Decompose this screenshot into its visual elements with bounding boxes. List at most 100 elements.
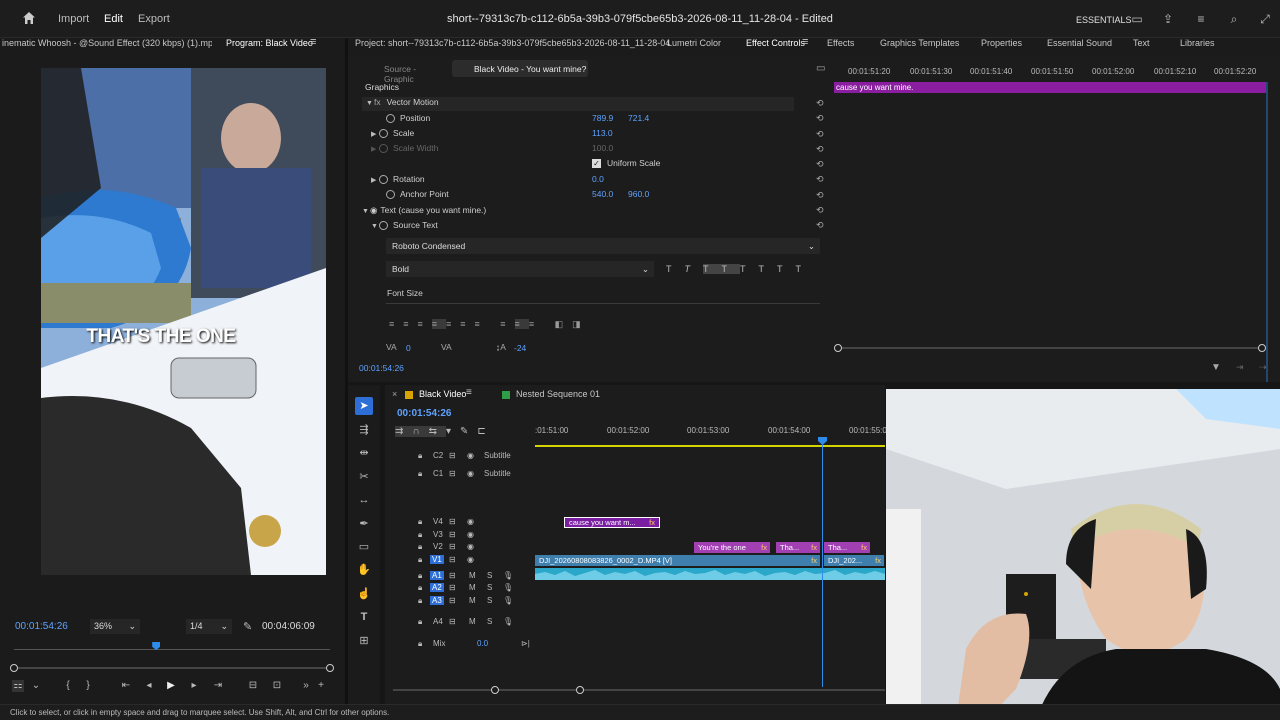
clip-v4[interactable]: cause you want m... fx: [564, 517, 660, 528]
tab-nested-sequence[interactable]: Nested Sequence 01: [516, 389, 600, 407]
timeline-playhead[interactable]: [822, 437, 823, 687]
position-y-value[interactable]: 721.4: [628, 113, 649, 127]
track-header-c2[interactable]: 🔒︎ C2 ⊟ ◉ Subtitle: [395, 451, 535, 463]
track-id[interactable]: V1: [430, 555, 444, 564]
mute-button[interactable]: M: [469, 596, 476, 605]
toggle-icon[interactable]: ⊟: [449, 469, 456, 478]
step-back-icon[interactable]: ◂: [143, 680, 155, 692]
slip-icon[interactable]: ↔: [355, 491, 373, 509]
pen-icon[interactable]: ✒: [355, 515, 373, 533]
ec-clip-bar[interactable]: cause you want mine.: [834, 82, 1266, 93]
caption-overlay[interactable]: THAT'S THE ONE: [41, 326, 281, 348]
lock-icon[interactable]: 🔒︎: [418, 542, 422, 552]
add-button-icon[interactable]: +: [315, 680, 327, 692]
zoom-handle-right[interactable]: [326, 664, 334, 672]
timeline-ruler[interactable]: :01:51:00 00:01:52:00 00:01:53:00 00:01:…: [535, 426, 887, 446]
solo-button[interactable]: S: [487, 596, 492, 605]
expand-icon[interactable]: ▼: [362, 208, 370, 215]
mute-button[interactable]: M: [469, 617, 476, 626]
tab-graphics-templates[interactable]: Graphics Templates: [880, 38, 959, 56]
toggle-icon[interactable]: ⊟: [449, 451, 456, 460]
tab-libraries[interactable]: Libraries: [1180, 38, 1215, 56]
ec-scroll-handle-left[interactable]: [834, 344, 842, 352]
mic-icon[interactable]: 🎙︎: [503, 617, 513, 626]
step-forward-icon[interactable]: ▸: [188, 680, 200, 692]
menu-import[interactable]: Import: [58, 13, 89, 25]
leading-value[interactable]: -24: [514, 343, 526, 357]
lock-icon[interactable]: 🔒︎: [418, 583, 422, 593]
program-playhead[interactable]: [152, 642, 161, 650]
panel-menu-icon[interactable]: ≡: [802, 36, 808, 54]
track-header-a1[interactable]: 🔒︎ A1 ⊟ M S 🎙︎: [395, 571, 535, 583]
ec-timecode[interactable]: 00:01:54:26: [359, 363, 404, 377]
panel-menu-icon[interactable]: ≡: [466, 387, 472, 405]
program-tab[interactable]: Program: Black Video: [226, 38, 313, 56]
panel-icon[interactable]: ▭: [1129, 11, 1145, 27]
eye-icon[interactable]: ◉: [467, 517, 474, 526]
align-buttons[interactable]: ≡≡≡≡≡≡≡ ≡≡≡ ◧◨: [389, 319, 590, 330]
anchor-x-value[interactable]: 540.0: [592, 189, 613, 203]
tab-essential-sound[interactable]: Essential Sound: [1047, 38, 1112, 56]
uniform-scale-checkbox[interactable]: ✓: [592, 159, 601, 168]
toggle-icon[interactable]: ⊟: [449, 530, 456, 539]
lock-icon[interactable]: 🔒︎: [418, 530, 422, 540]
program-ruler[interactable]: [14, 642, 330, 650]
toggle-icon[interactable]: ⊟: [449, 555, 456, 564]
scale-value[interactable]: 113.0: [592, 128, 613, 142]
track-header-v4[interactable]: 🔒︎ V4 ⊟ ◉: [395, 517, 535, 529]
stopwatch-icon[interactable]: [386, 114, 395, 124]
mix-end-icon[interactable]: ⊳|: [521, 639, 530, 648]
eye-icon[interactable]: ◉: [467, 530, 474, 539]
track-id[interactable]: A3: [430, 596, 444, 605]
search-icon[interactable]: ⌕: [1226, 11, 1242, 27]
ec-source-tab[interactable]: Source - Graphic: [366, 61, 448, 84]
tab-black-video[interactable]: Black Video: [419, 389, 466, 407]
more-icon[interactable]: »: [300, 680, 312, 692]
stopwatch-icon[interactable]: [379, 175, 388, 185]
menu-edit[interactable]: Edit: [104, 13, 123, 25]
timeline-scrollbar[interactable]: [393, 689, 885, 691]
clip-v1-2[interactable]: DJI_202... fx: [824, 555, 884, 566]
go-to-in-icon[interactable]: ⇤: [120, 680, 132, 692]
timeline-timecode[interactable]: 00:01:54:26: [397, 408, 451, 419]
solo-button[interactable]: S: [487, 583, 492, 592]
home-icon[interactable]: [21, 11, 37, 27]
chevron-down-icon[interactable]: ⌄: [30, 680, 42, 692]
hand-icon[interactable]: ✋: [355, 561, 373, 579]
eye-icon[interactable]: ◉: [467, 469, 474, 478]
wrench-icon[interactable]: ✎: [243, 620, 252, 633]
tab-effects[interactable]: Effects: [827, 38, 854, 56]
mix-value[interactable]: 0.0: [477, 639, 488, 648]
eye-icon[interactable]: ◉: [467, 542, 474, 551]
ec-ruler[interactable]: 00:01:51:20 00:01:51:30 00:01:51:40 00:0…: [834, 67, 1270, 81]
panel-menu-icon[interactable]: ≡: [310, 36, 316, 54]
tab-properties[interactable]: Properties: [981, 38, 1022, 56]
close-icon[interactable]: ×: [392, 389, 397, 399]
expand-icon[interactable]: ▼: [371, 223, 379, 230]
tab-lumetri-color[interactable]: Lumetri Color: [667, 38, 721, 56]
lock-icon[interactable]: 🔒︎: [418, 639, 422, 649]
hand-tool-icon[interactable]: ☝: [355, 585, 373, 603]
stopwatch-icon[interactable]: [379, 221, 388, 231]
video-frame[interactable]: THAT'S THE ONE: [41, 68, 326, 575]
track-select-icon[interactable]: ⇶: [355, 421, 373, 439]
play-icon[interactable]: ▶: [165, 680, 177, 692]
mute-button[interactable]: M: [469, 571, 476, 580]
collapse-icon[interactable]: ▭: [816, 63, 825, 74]
track-header-a2[interactable]: 🔒︎ A2 ⊟ M S 🎙︎: [395, 583, 535, 595]
menu-icon[interactable]: ≡: [1193, 11, 1209, 27]
toggle-icon[interactable]: ⊟: [449, 517, 456, 526]
solo-button[interactable]: S: [487, 617, 492, 626]
lock-icon[interactable]: 🔒︎: [418, 617, 422, 627]
track-id[interactable]: A1: [430, 571, 444, 580]
track-header-a3[interactable]: 🔒︎ A3 ⊟ M S 🎙︎: [395, 596, 535, 608]
mark-out-icon[interactable]: }: [82, 680, 94, 692]
clip-v1-1[interactable]: DJI_20260808083826_0002_D.MP4 [V] fx: [535, 555, 820, 566]
toggle-icon[interactable]: ⊟: [449, 542, 456, 551]
type-tool-icon[interactable]: T: [355, 608, 373, 626]
anchor-y-value[interactable]: 960.0: [628, 189, 649, 203]
ripple-edit-icon[interactable]: ⇹: [355, 444, 373, 462]
fullscreen-icon[interactable]: ⤢: [1257, 11, 1273, 27]
ec-text-layer-row[interactable]: ▼◉ Text (cause you want mine.): [362, 205, 486, 219]
toggle-icon[interactable]: ⊟: [449, 596, 456, 605]
